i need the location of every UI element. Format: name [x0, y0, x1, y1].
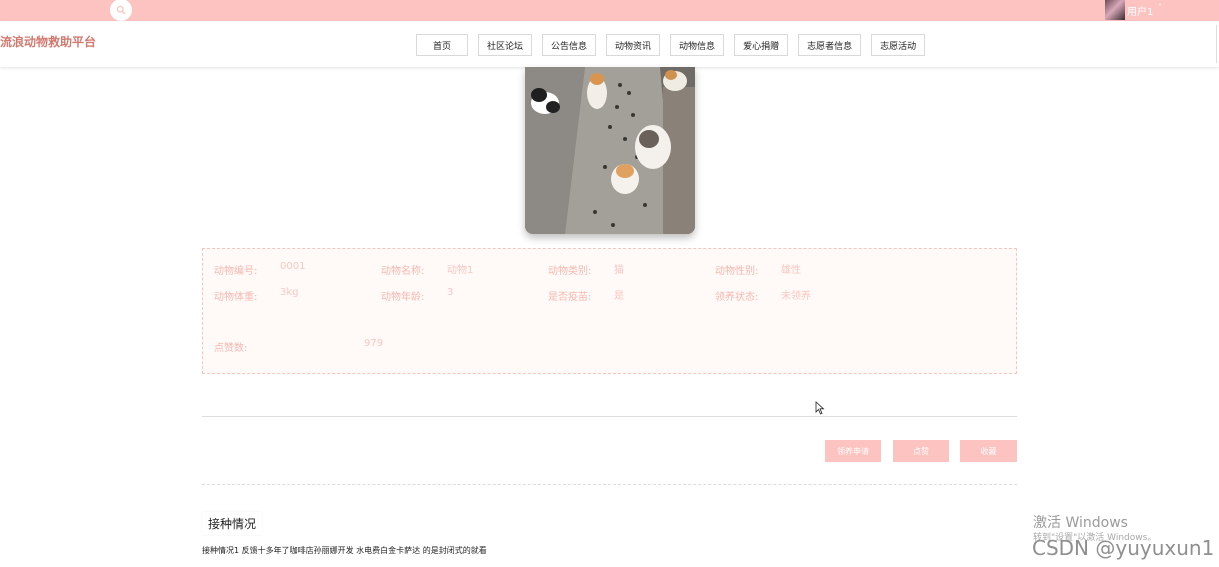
- value-vaccinated: 是: [614, 291, 624, 302]
- animal-info-panel: 动物编号: 0001 动物名称: 动物1 动物类别: 猫 动物性别: 雄性 动物…: [202, 248, 1017, 374]
- nav-volunteer-activity[interactable]: 志愿活动: [871, 34, 926, 56]
- header: 流浪动物救助平台 首页 社区论坛 公告信息 动物资讯 动物信息 爱心捐赠 志愿者…: [0, 21, 1219, 67]
- scrollbar-edge: [1216, 25, 1217, 63]
- search-button[interactable]: [110, 0, 132, 21]
- value-animal-name: 动物1: [447, 265, 474, 276]
- nav-animal-info[interactable]: 动物信息: [670, 34, 725, 56]
- chevron-down-icon[interactable]: ˅: [1158, 3, 1162, 12]
- windows-activation-title: 激活 Windows: [1033, 515, 1128, 531]
- label-adoption-status: 领养状态:: [715, 292, 759, 303]
- nav-volunteer-info[interactable]: 志愿者信息: [798, 34, 862, 56]
- value-animal-age: 3: [447, 287, 454, 298]
- label-animal-weight: 动物体重:: [214, 292, 258, 303]
- label-animal-age: 动物年龄:: [381, 292, 425, 303]
- value-animal-gender: 雄性: [781, 265, 801, 276]
- search-icon: [116, 5, 126, 15]
- site-title[interactable]: 流浪动物救助平台: [0, 33, 96, 50]
- top-bar: 用户1 ˅: [0, 0, 1219, 21]
- like-button[interactable]: 点赞: [893, 440, 949, 462]
- value-animal-type: 猫: [614, 265, 624, 276]
- label-animal-type: 动物类别:: [548, 266, 592, 277]
- value-likes: 979: [364, 338, 384, 349]
- label-likes: 点赞数:: [214, 343, 248, 354]
- nav-animal-news[interactable]: 动物资讯: [606, 34, 661, 56]
- favorite-button[interactable]: 收藏: [960, 440, 1017, 462]
- label-animal-id: 动物编号:: [214, 266, 258, 277]
- user-avatar[interactable]: [1105, 0, 1125, 20]
- label-vaccinated: 是否疫苗:: [548, 292, 592, 303]
- nav-donation[interactable]: 爱心捐赠: [734, 34, 789, 56]
- nav-forum[interactable]: 社区论坛: [478, 34, 533, 56]
- nav-notices[interactable]: 公告信息: [542, 34, 597, 56]
- main-nav: 首页 社区论坛 公告信息 动物资讯 动物信息 爱心捐赠 志愿者信息 志愿活动: [416, 34, 926, 56]
- value-animal-weight: 3kg: [280, 287, 299, 298]
- csdn-watermark: CSDN @yuyuxun1: [1032, 536, 1215, 560]
- label-animal-gender: 动物性别:: [715, 266, 759, 277]
- label-animal-name: 动物名称:: [381, 266, 425, 277]
- vaccination-text: 接种情况1 反馈十多年了咖啡店孙丽娜开发 水电费白金卡萨达 的是封闭式的就看: [202, 546, 487, 555]
- value-animal-id: 0001: [280, 261, 306, 272]
- adopt-apply-button[interactable]: 领养申请: [825, 440, 881, 462]
- animal-image: [525, 67, 695, 234]
- value-adoption-status: 未领养: [781, 291, 811, 302]
- nav-home[interactable]: 首页: [416, 34, 468, 56]
- user-name[interactable]: 用户1: [1127, 3, 1153, 18]
- divider: [202, 416, 1017, 417]
- vaccination-title: 接种情况: [202, 512, 263, 535]
- divider: [202, 484, 1017, 485]
- mouse-cursor-icon: [815, 401, 825, 415]
